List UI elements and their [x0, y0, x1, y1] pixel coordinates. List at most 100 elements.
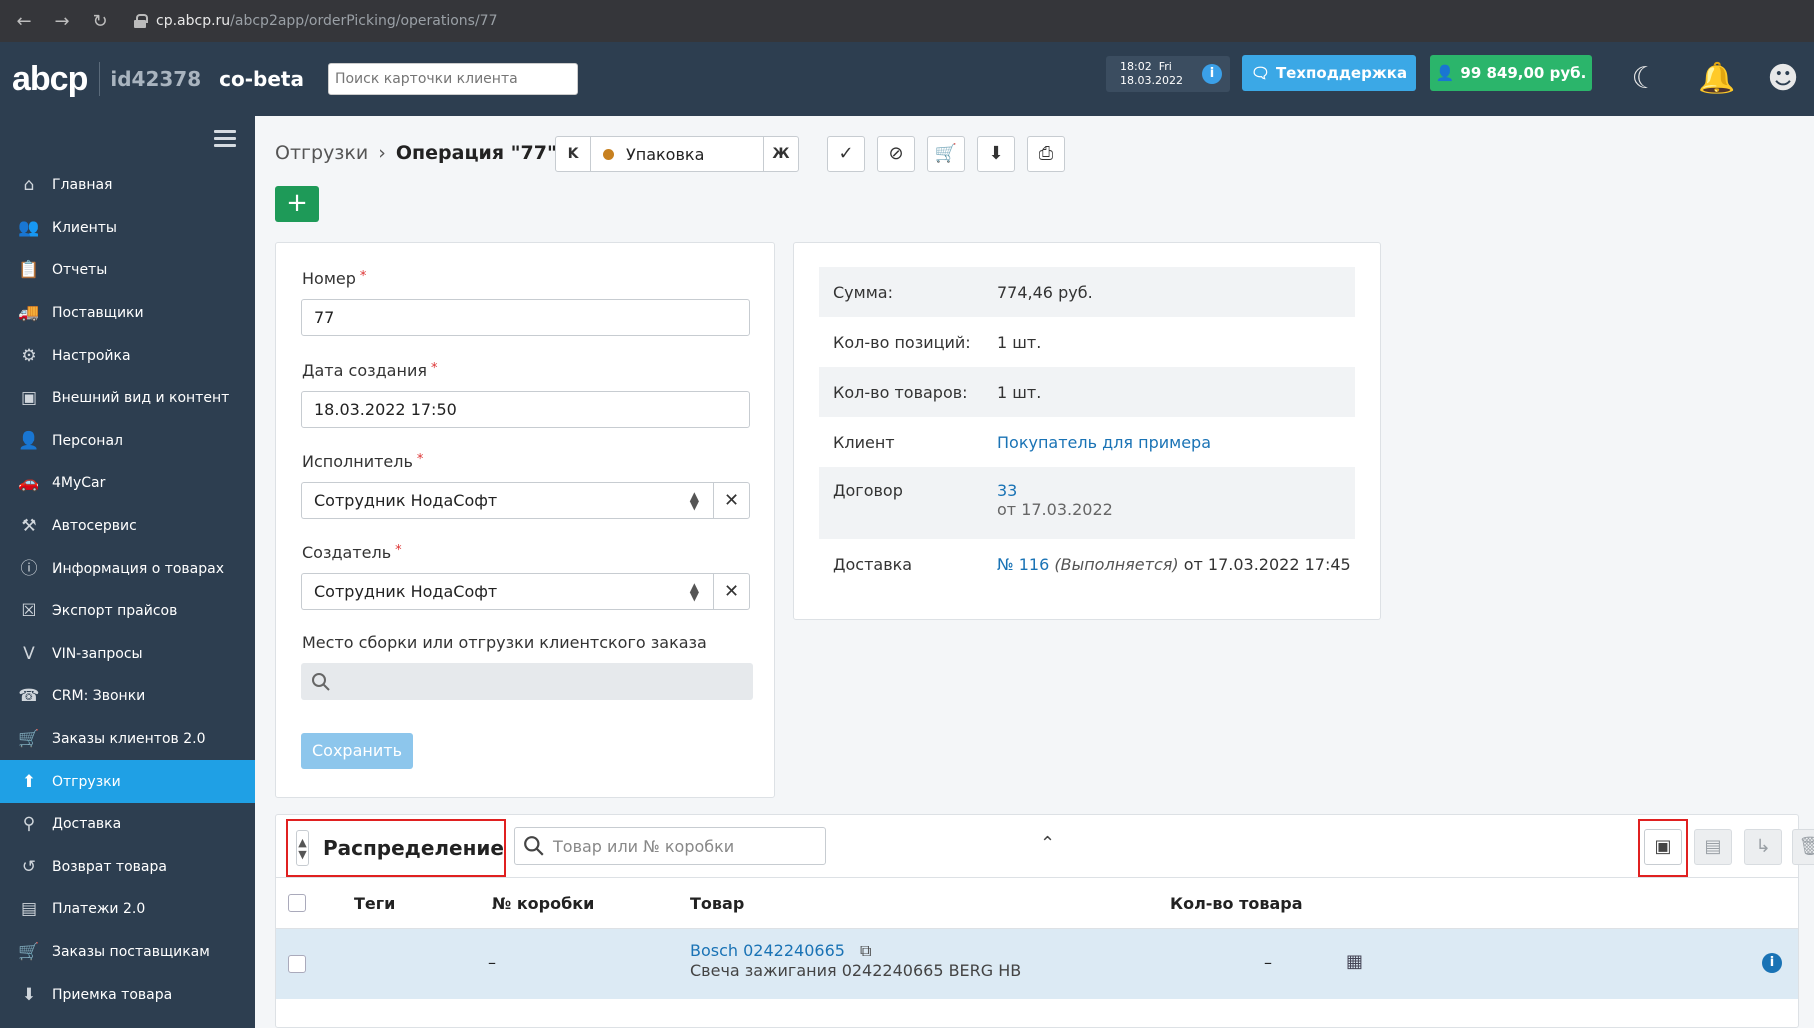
product-description: Свеча зажигания 0242240665 BERG HB	[690, 961, 1022, 980]
status-select[interactable]: Упаковка	[591, 136, 763, 172]
account-icon[interactable]: ☻	[1766, 62, 1800, 96]
box-button[interactable]: ▣	[1644, 829, 1682, 865]
sort-arrows-icon: ▲ ▼	[298, 836, 307, 861]
clock-widget: 18:02 Fri 18.03.2022 i	[1106, 56, 1230, 92]
sort-arrows-icon: ▲ ▼	[689, 489, 699, 512]
cart-button[interactable]: 🛒	[927, 136, 965, 172]
sidebar-item-19[interactable]: 🛒 Заказы поставщикам	[0, 931, 255, 974]
barcode-button[interactable]: ▤	[1694, 829, 1732, 865]
sidebar-item-2[interactable]: 👥 Клиенты	[0, 207, 255, 250]
sort-arrows-icon: ▲ ▼	[689, 580, 699, 603]
plus-icon: +	[286, 188, 308, 218]
row-checkbox[interactable]	[288, 955, 306, 973]
sidebar-item-7[interactable]: 👤 Персонал	[0, 420, 255, 463]
sidebar-item-17[interactable]: ↺ Возврат товара	[0, 846, 255, 889]
download-icon: ⬇	[988, 143, 1004, 164]
tools-icon: ⚒	[21, 516, 37, 537]
sidebar-item-5[interactable]: ⚙ Настройка	[0, 334, 255, 377]
move-button[interactable]: ↳	[1744, 829, 1782, 865]
sidebar-item-4[interactable]: 🚚 Поставщики	[0, 292, 255, 335]
executor-clear-button[interactable]: ✕	[713, 482, 750, 519]
sidebar-item-16[interactable]: ⚲ Доставка	[0, 803, 255, 846]
product-link[interactable]: Bosch 0242240665	[690, 941, 845, 960]
sidebar-item-11[interactable]: ☒ Экспорт прайсов	[0, 590, 255, 633]
balance-label: 99 849,00 руб.	[1460, 64, 1587, 82]
contract-link[interactable]: 33	[997, 481, 1017, 500]
excel-icon: ☒	[21, 601, 37, 622]
distribution-panel: ▲ ▼ Распределение Товар или № коробки ⌃ ▣…	[275, 814, 1814, 1028]
number-input[interactable]: 77	[301, 299, 750, 336]
add-button[interactable]: +	[275, 186, 319, 222]
sidebar-item-20[interactable]: ⬇ Приемка товара	[0, 973, 255, 1016]
sidebar-item-15[interactable]: ⬆ Отгрузки	[0, 760, 255, 803]
sidebar: ⌂ Главная 👥 Клиенты 📋 Отчеты 🚚 Поставщики ⚙ Настр…	[0, 116, 255, 1028]
distribution-search-input[interactable]: Товар или № коробки	[514, 827, 826, 865]
status-prev-button[interactable]: K	[555, 136, 591, 172]
details-table-icon[interactable]: ▦	[1346, 951, 1363, 972]
summary-row-contract: Договор 33 от 17.03.2022	[819, 467, 1355, 539]
client-card-search-input[interactable]	[327, 63, 578, 95]
place-search-input[interactable]	[301, 663, 753, 700]
sidebar-item-18[interactable]: ▤ Платежи 2.0	[0, 888, 255, 931]
menu-toggle-icon[interactable]	[214, 130, 236, 148]
main-content: Отгрузки › Операция "77" K Упаковка Ж ✓ …	[255, 116, 1814, 1028]
sidebar-item-label: Персонал	[52, 432, 123, 449]
chevron-up-icon[interactable]: ⌃	[1040, 833, 1055, 854]
support-button[interactable]: 🗨 Техподдержка	[1242, 55, 1416, 91]
download-button[interactable]: ⬇	[977, 136, 1015, 172]
save-button[interactable]: Сохранить	[301, 733, 413, 769]
sidebar-item-12[interactable]: V VIN-запросы	[0, 633, 255, 676]
copy-icon[interactable]: ⧉	[860, 941, 871, 960]
sidebar-item-10[interactable]: ⓘ Информация о товарах	[0, 547, 255, 590]
back-icon[interactable]: ←	[10, 7, 38, 35]
sidebar-item-3[interactable]: 📋 Отчеты	[0, 249, 255, 292]
cart-icon: 🛒	[18, 729, 40, 750]
delivery-link[interactable]: № 116	[997, 555, 1049, 574]
select-all-checkbox[interactable]	[288, 894, 306, 912]
sort-toggle-button[interactable]: ▲ ▼	[296, 830, 309, 866]
car-icon: 🚗	[18, 473, 40, 494]
sidebar-item-6[interactable]: ▣ Внешний вид и контент	[0, 377, 255, 420]
balance-button[interactable]: 👤 99 849,00 руб.	[1430, 55, 1592, 91]
cancel-button[interactable]: ⊘	[877, 136, 915, 172]
bell-icon[interactable]: 🔔	[1698, 62, 1735, 96]
confirm-button[interactable]: ✓	[827, 136, 865, 172]
printer-icon: ⎙	[1038, 143, 1054, 164]
moon-icon[interactable]: ☾	[1628, 62, 1662, 96]
sidebar-item-label: Заказы клиентов 2.0	[52, 731, 206, 748]
status-next-button[interactable]: Ж	[763, 136, 799, 172]
reload-icon[interactable]: ↻	[86, 7, 114, 35]
print-button[interactable]: ⎙	[1027, 136, 1065, 172]
truck-icon: 🚚	[18, 303, 40, 324]
client-link[interactable]: Покупатель для примера	[997, 433, 1211, 452]
column-box: № коробки	[492, 894, 595, 913]
page-title: Операция "77"	[395, 142, 557, 164]
map-pin-icon: ⚲	[22, 814, 36, 835]
barcode-icon: ▤	[1704, 836, 1722, 857]
close-icon: ✕	[723, 490, 740, 511]
forward-icon[interactable]: →	[48, 7, 76, 35]
breadcrumb-parent[interactable]: Отгрузки	[275, 142, 368, 164]
creator-clear-button[interactable]: ✕	[713, 573, 750, 610]
sidebar-item-13[interactable]: ☎ CRM: Звонки	[0, 675, 255, 718]
sidebar-item-1[interactable]: ⌂ Главная	[0, 164, 255, 207]
created-date-input[interactable]: 18.03.2022 17:50	[301, 391, 750, 428]
delete-button[interactable]: 🗑	[1792, 829, 1814, 865]
sidebar-item-label: Автосервис	[52, 518, 137, 535]
phone-icon: ☎	[18, 686, 40, 707]
sidebar-item-label: Платежи 2.0	[52, 901, 146, 918]
abcp-logo[interactable]: abcp	[12, 60, 88, 99]
sidebar-item-14[interactable]: 🛒 Заказы клиентов 2.0	[0, 718, 255, 761]
column-qty: Кол-во товара	[1170, 894, 1303, 913]
info-icon[interactable]: i	[1202, 64, 1222, 84]
archive-box-icon: ▣	[1654, 836, 1672, 857]
executor-select[interactable]: Сотрудник НодаСофт ▲ ▼	[301, 482, 713, 519]
info-icon[interactable]: i	[1762, 953, 1782, 973]
creator-select[interactable]: Сотрудник НодаСофт ▲ ▼	[301, 573, 713, 610]
sidebar-item-label: Клиенты	[52, 219, 117, 236]
ban-icon: ⊘	[888, 143, 904, 164]
sidebar-item-9[interactable]: ⚒ Автосервис	[0, 505, 255, 548]
chevron-right-icon: ›	[378, 142, 386, 164]
sidebar-item-8[interactable]: 🚗 4MyCar	[0, 462, 255, 505]
address-bar[interactable]: cp.abcp.ru/abcp2app/orderPicking/operati…	[134, 13, 497, 29]
